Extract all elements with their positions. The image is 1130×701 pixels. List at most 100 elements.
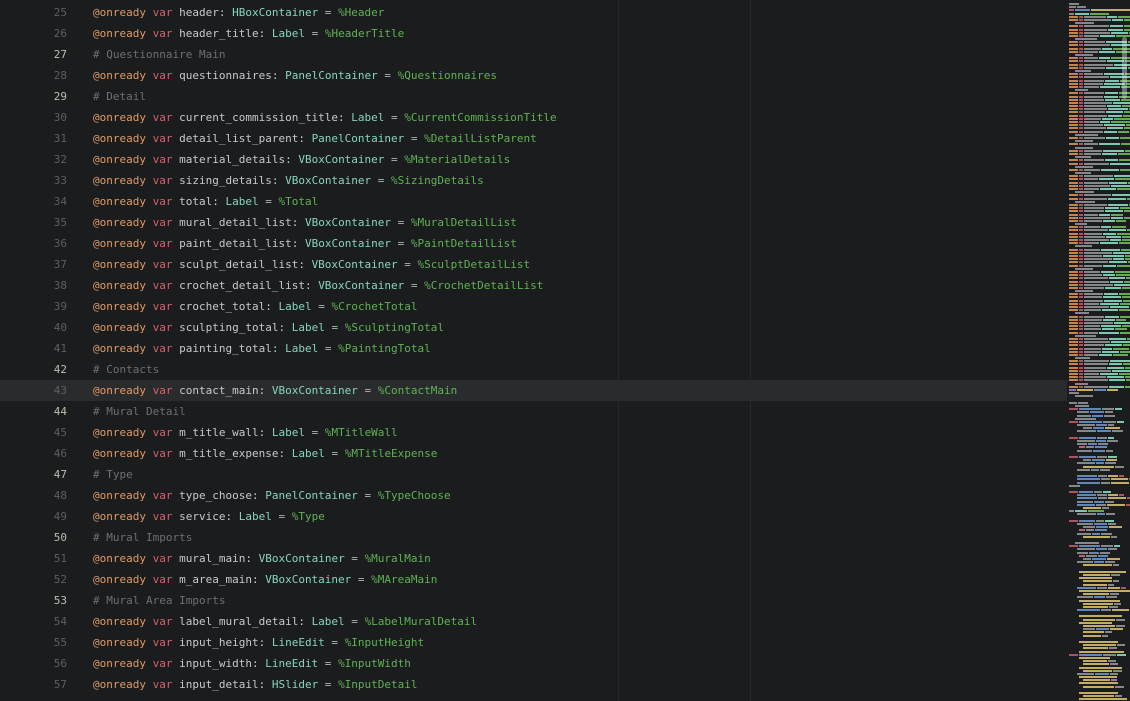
code-line[interactable]: 40 @onready var sculpting_total: Label = … — [0, 317, 1067, 338]
code-text[interactable]: # Detail — [67, 90, 146, 103]
line-number[interactable]: 34 — [0, 195, 67, 208]
code-line[interactable]: 31 @onready var detail_list_parent: Panel… — [0, 128, 1067, 149]
code-line[interactable]: 54 @onready var label_mural_detail: Label… — [0, 611, 1067, 632]
line-number[interactable]: 51 — [0, 552, 67, 565]
line-number[interactable]: 48 — [0, 489, 67, 502]
code-line[interactable]: 48 @onready var type_choose: PanelContain… — [0, 485, 1067, 506]
code-text[interactable]: @onready var crochet_detail_list: VBoxCo… — [67, 279, 543, 292]
code-text[interactable]: @onready var contact_main: VBoxContainer… — [67, 384, 457, 397]
line-number[interactable]: 25 — [0, 6, 67, 19]
code-text[interactable]: @onready var m_title_wall: Label = %MTit… — [67, 426, 398, 439]
code-text[interactable]: @onready var m_title_expense: Label = %M… — [67, 447, 437, 460]
line-number[interactable]: 27 — [0, 48, 67, 61]
code-text[interactable]: @onready var input_height: LineEdit = %I… — [67, 636, 424, 649]
code-line[interactable]: 50 # Mural Imports — [0, 527, 1067, 548]
line-number[interactable]: 32 — [0, 153, 67, 166]
code-line[interactable]: 32 @onready var material_details: VBoxCon… — [0, 149, 1067, 170]
code-line[interactable]: 39 @onready var crochet_total: Label = %C… — [0, 296, 1067, 317]
code-text[interactable]: @onready var questionnaires: PanelContai… — [67, 69, 497, 82]
code-line[interactable]: 38 @onready var crochet_detail_list: VBox… — [0, 275, 1067, 296]
line-number[interactable]: 36 — [0, 237, 67, 250]
code-line[interactable]: 47 # Type — [0, 464, 1067, 485]
line-number[interactable]: 47 — [0, 468, 67, 481]
line-number[interactable]: 45 — [0, 426, 67, 439]
code-text[interactable]: # Mural Area Imports — [67, 594, 225, 607]
code-text[interactable]: @onready var header_title: Label = %Head… — [67, 27, 404, 40]
code-text[interactable]: @onready var type_choose: PanelContainer… — [67, 489, 451, 502]
code-line[interactable]: 30 @onready var current_commission_title:… — [0, 107, 1067, 128]
code-line[interactable]: 41 @onready var painting_total: Label = %… — [0, 338, 1067, 359]
line-number[interactable]: 57 — [0, 678, 67, 691]
code-line[interactable]: 49 @onready var service: Label = %Type — [0, 506, 1067, 527]
code-text[interactable]: @onready var material_details: VBoxConta… — [67, 153, 510, 166]
code-text[interactable]: @onready var header: HBoxContainer = %He… — [67, 6, 384, 19]
code-line[interactable]: 28 @onready var questionnaires: PanelCont… — [0, 65, 1067, 86]
line-number[interactable]: 53 — [0, 594, 67, 607]
code-area[interactable]: 25 @onready var header: HBoxContainer = %… — [0, 2, 1067, 695]
code-line[interactable]: 34 @onready var total: Label = %Total — [0, 191, 1067, 212]
code-line[interactable]: 45 @onready var m_title_wall: Label = %MT… — [0, 422, 1067, 443]
code-text[interactable]: @onready var sculpt_detail_list: VBoxCon… — [67, 258, 530, 271]
code-line[interactable]: 51 @onready var mural_main: VBoxContainer… — [0, 548, 1067, 569]
code-text[interactable]: @onready var paint_detail_list: VBoxCont… — [67, 237, 517, 250]
code-text[interactable]: @onready var m_area_main: VBoxContainer … — [67, 573, 437, 586]
code-text[interactable]: # Mural Imports — [67, 531, 192, 544]
line-number[interactable]: 37 — [0, 258, 67, 271]
code-text[interactable]: @onready var service: Label = %Type — [67, 510, 325, 523]
line-number[interactable]: 46 — [0, 447, 67, 460]
line-number[interactable]: 55 — [0, 636, 67, 649]
code-line[interactable]: 55 @onready var input_height: LineEdit = … — [0, 632, 1067, 653]
code-line[interactable]: 43 @onready var contact_main: VBoxContain… — [0, 380, 1067, 401]
code-text[interactable]: @onready var crochet_total: Label = %Cro… — [67, 300, 418, 313]
code-line[interactable]: 37 @onready var sculpt_detail_list: VBoxC… — [0, 254, 1067, 275]
code-line[interactable]: 25 @onready var header: HBoxContainer = %… — [0, 2, 1067, 23]
line-number[interactable]: 35 — [0, 216, 67, 229]
line-number[interactable]: 42 — [0, 363, 67, 376]
line-number[interactable]: 52 — [0, 573, 67, 586]
code-line[interactable]: 52 @onready var m_area_main: VBoxContaine… — [0, 569, 1067, 590]
scrollbar-grabber[interactable] — [1122, 37, 1127, 99]
line-number[interactable]: 40 — [0, 321, 67, 334]
code-text[interactable]: @onready var mural_main: VBoxContainer =… — [67, 552, 431, 565]
line-number[interactable]: 29 — [0, 90, 67, 103]
code-text[interactable]: @onready var detail_list_parent: PanelCo… — [67, 132, 537, 145]
code-line[interactable]: 56 @onready var input_width: LineEdit = %… — [0, 653, 1067, 674]
code-text[interactable]: @onready var input_width: LineEdit = %In… — [67, 657, 411, 670]
code-line[interactable]: 26 @onready var header_title: Label = %He… — [0, 23, 1067, 44]
line-number[interactable]: 28 — [0, 69, 67, 82]
code-line[interactable]: 42 # Contacts — [0, 359, 1067, 380]
code-line[interactable]: 44 # Mural Detail — [0, 401, 1067, 422]
line-number[interactable]: 30 — [0, 111, 67, 124]
code-text[interactable]: @onready var sizing_details: VBoxContain… — [67, 174, 484, 187]
code-text[interactable]: @onready var label_mural_detail: Label =… — [67, 615, 477, 628]
code-text[interactable]: @onready var total: Label = %Total — [67, 195, 318, 208]
line-number[interactable]: 44 — [0, 405, 67, 418]
line-number[interactable]: 41 — [0, 342, 67, 355]
line-number[interactable]: 31 — [0, 132, 67, 145]
code-text[interactable]: # Type — [67, 468, 133, 481]
line-number[interactable]: 54 — [0, 615, 67, 628]
code-line[interactable]: 33 @onready var sizing_details: VBoxConta… — [0, 170, 1067, 191]
code-text[interactable]: @onready var sculpting_total: Label = %S… — [67, 321, 444, 334]
line-number[interactable]: 39 — [0, 300, 67, 313]
code-text[interactable]: # Questionnaire Main — [67, 48, 225, 61]
line-number[interactable]: 33 — [0, 174, 67, 187]
code-line[interactable]: 46 @onready var m_title_expense: Label = … — [0, 443, 1067, 464]
code-text[interactable]: @onready var mural_detail_list: VBoxCont… — [67, 216, 517, 229]
code-text[interactable]: @onready var current_commission_title: L… — [67, 111, 557, 124]
line-number[interactable]: 26 — [0, 27, 67, 40]
code-text[interactable]: # Contacts — [67, 363, 159, 376]
code-line[interactable]: 29 # Detail — [0, 86, 1067, 107]
code-line[interactable]: 27 # Questionnaire Main — [0, 44, 1067, 65]
code-text[interactable]: @onready var painting_total: Label = %Pa… — [67, 342, 431, 355]
line-number[interactable]: 56 — [0, 657, 67, 670]
code-text[interactable]: # Mural Detail — [67, 405, 186, 418]
code-line[interactable]: 35 @onready var mural_detail_list: VBoxCo… — [0, 212, 1067, 233]
code-line[interactable]: 36 @onready var paint_detail_list: VBoxCo… — [0, 233, 1067, 254]
code-line[interactable]: 57 @onready var input_detail: HSlider = %… — [0, 674, 1067, 695]
line-number[interactable]: 43 — [0, 384, 67, 397]
minimap[interactable] — [1067, 0, 1130, 701]
code-line[interactable]: 53 # Mural Area Imports — [0, 590, 1067, 611]
code-text[interactable]: @onready var input_detail: HSlider = %In… — [67, 678, 418, 691]
line-number[interactable]: 49 — [0, 510, 67, 523]
